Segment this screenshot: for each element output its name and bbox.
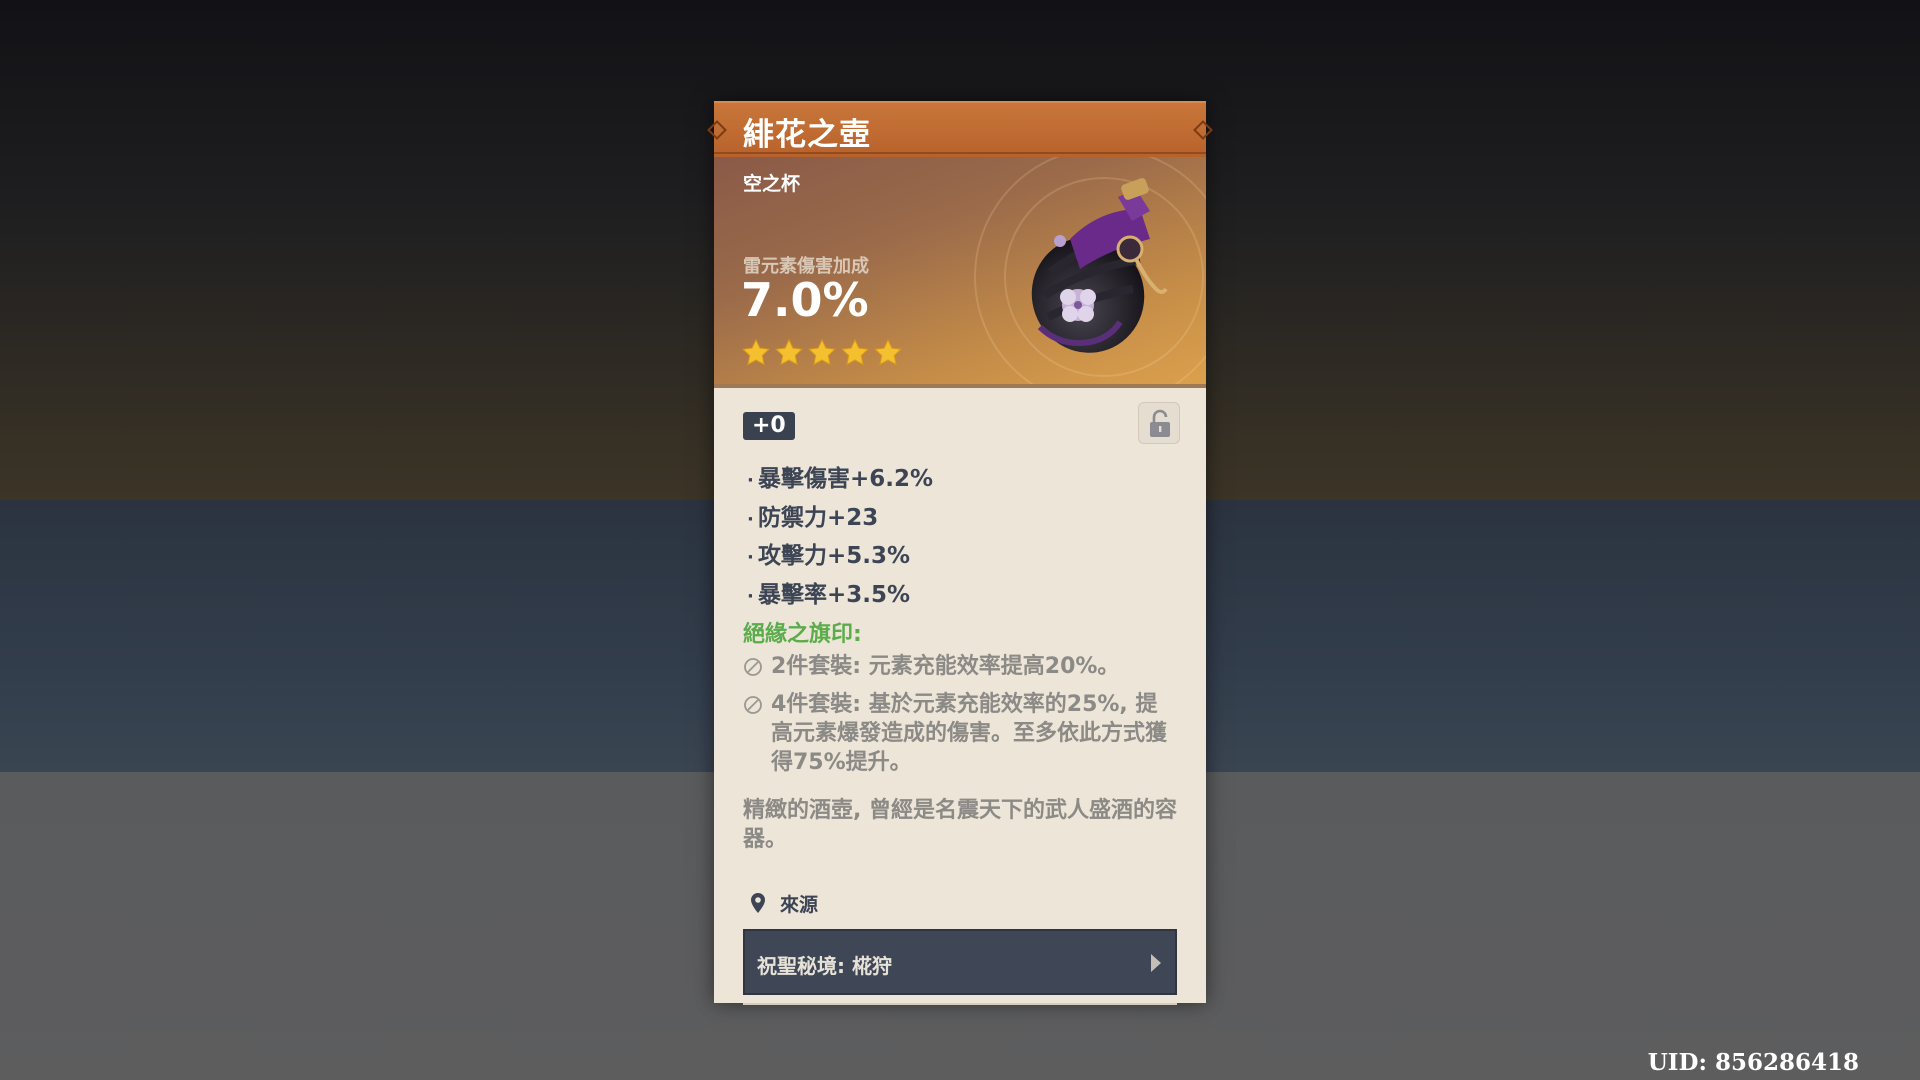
substat-text: 防禦力+23 xyxy=(758,504,879,531)
substat-text: 暴擊率+3.5% xyxy=(758,581,911,608)
goblet-artifact-image xyxy=(1031,178,1168,353)
set-bonus-4pc: 4件套裝: 基於元素充能效率的25%, 提高元素爆發造成的傷害。至多依此方式獲得… xyxy=(743,690,1171,777)
artifact-description: 精緻的酒壺, 曾經是名震天下的武人盛酒的容器。 xyxy=(743,798,1178,852)
level-badge: +0 xyxy=(743,412,795,440)
artifact-type: 空之杯 xyxy=(743,173,801,195)
substat-item: · 暴擊傷害+6.2% xyxy=(747,466,934,492)
set-bonus-text: 2件套裝: 元素充能效率提高20%。 xyxy=(771,654,1120,679)
substat-text: 暴擊傷害+6.2% xyxy=(758,466,934,492)
main-stat-value: 7.0% xyxy=(741,273,869,327)
card-bottom-divider xyxy=(743,1003,1177,1005)
set-name: 絕緣之旗印: xyxy=(743,622,862,647)
disabled-circle-icon xyxy=(744,658,762,676)
card-header: 緋花之壺 xyxy=(707,101,1213,157)
star-icon xyxy=(808,338,836,366)
rarity-stars xyxy=(741,338,903,368)
star-icon xyxy=(775,338,803,366)
set-bonus-2pc: 2件套裝: 元素充能效率提高20%。 xyxy=(743,652,1171,681)
unlocked-padlock-icon xyxy=(1150,409,1170,437)
substat-list: · 暴擊傷害+6.2% · 防禦力+23 · 攻擊力+5.3% · 暴擊率+3.5% xyxy=(747,460,933,614)
artifact-hero: 空之杯 雷元素傷害加成 7.0% xyxy=(714,157,1206,384)
disabled-circle-icon xyxy=(744,696,762,714)
artifact-detail-card: 緋花之壺 空之杯 雷元素傷害加成 7.0% +0 · 暴擊傷害+6.2% · 防… xyxy=(707,101,1213,1005)
source-label-text: 來源 xyxy=(780,894,819,916)
lock-button[interactable] xyxy=(1138,402,1180,444)
set-bonus-text: 4件套裝: 基於元素充能效率的25%, 提高元素爆發造成的傷害。至多依此方式獲得… xyxy=(771,692,1168,775)
location-pin-icon xyxy=(751,893,765,913)
substat-item: · 攻擊力+5.3% xyxy=(747,543,911,569)
artifact-details: +0 · 暴擊傷害+6.2% · 防禦力+23 · 攻擊力+5.3% · 暴擊率+3.5… xyxy=(714,384,1206,1005)
star-icon xyxy=(742,338,770,366)
substat-item: · 防禦力+23 xyxy=(747,504,879,531)
star-icon xyxy=(874,338,902,366)
chevron-right-icon xyxy=(1151,954,1161,972)
star-icon xyxy=(841,338,869,366)
source-header: 來源 xyxy=(750,890,818,917)
uid-label: UID: 856286418 xyxy=(1647,1049,1859,1076)
substat-text: 攻擊力+5.3% xyxy=(758,543,911,569)
substat-item: · 暴擊率+3.5% xyxy=(747,581,911,608)
artifact-name: 緋花之壺 xyxy=(743,117,871,153)
source-domain-button[interactable]: 祝聖秘境: 椛狩 xyxy=(743,929,1177,995)
source-domain-text: 祝聖秘境: 椛狩 xyxy=(757,954,892,978)
